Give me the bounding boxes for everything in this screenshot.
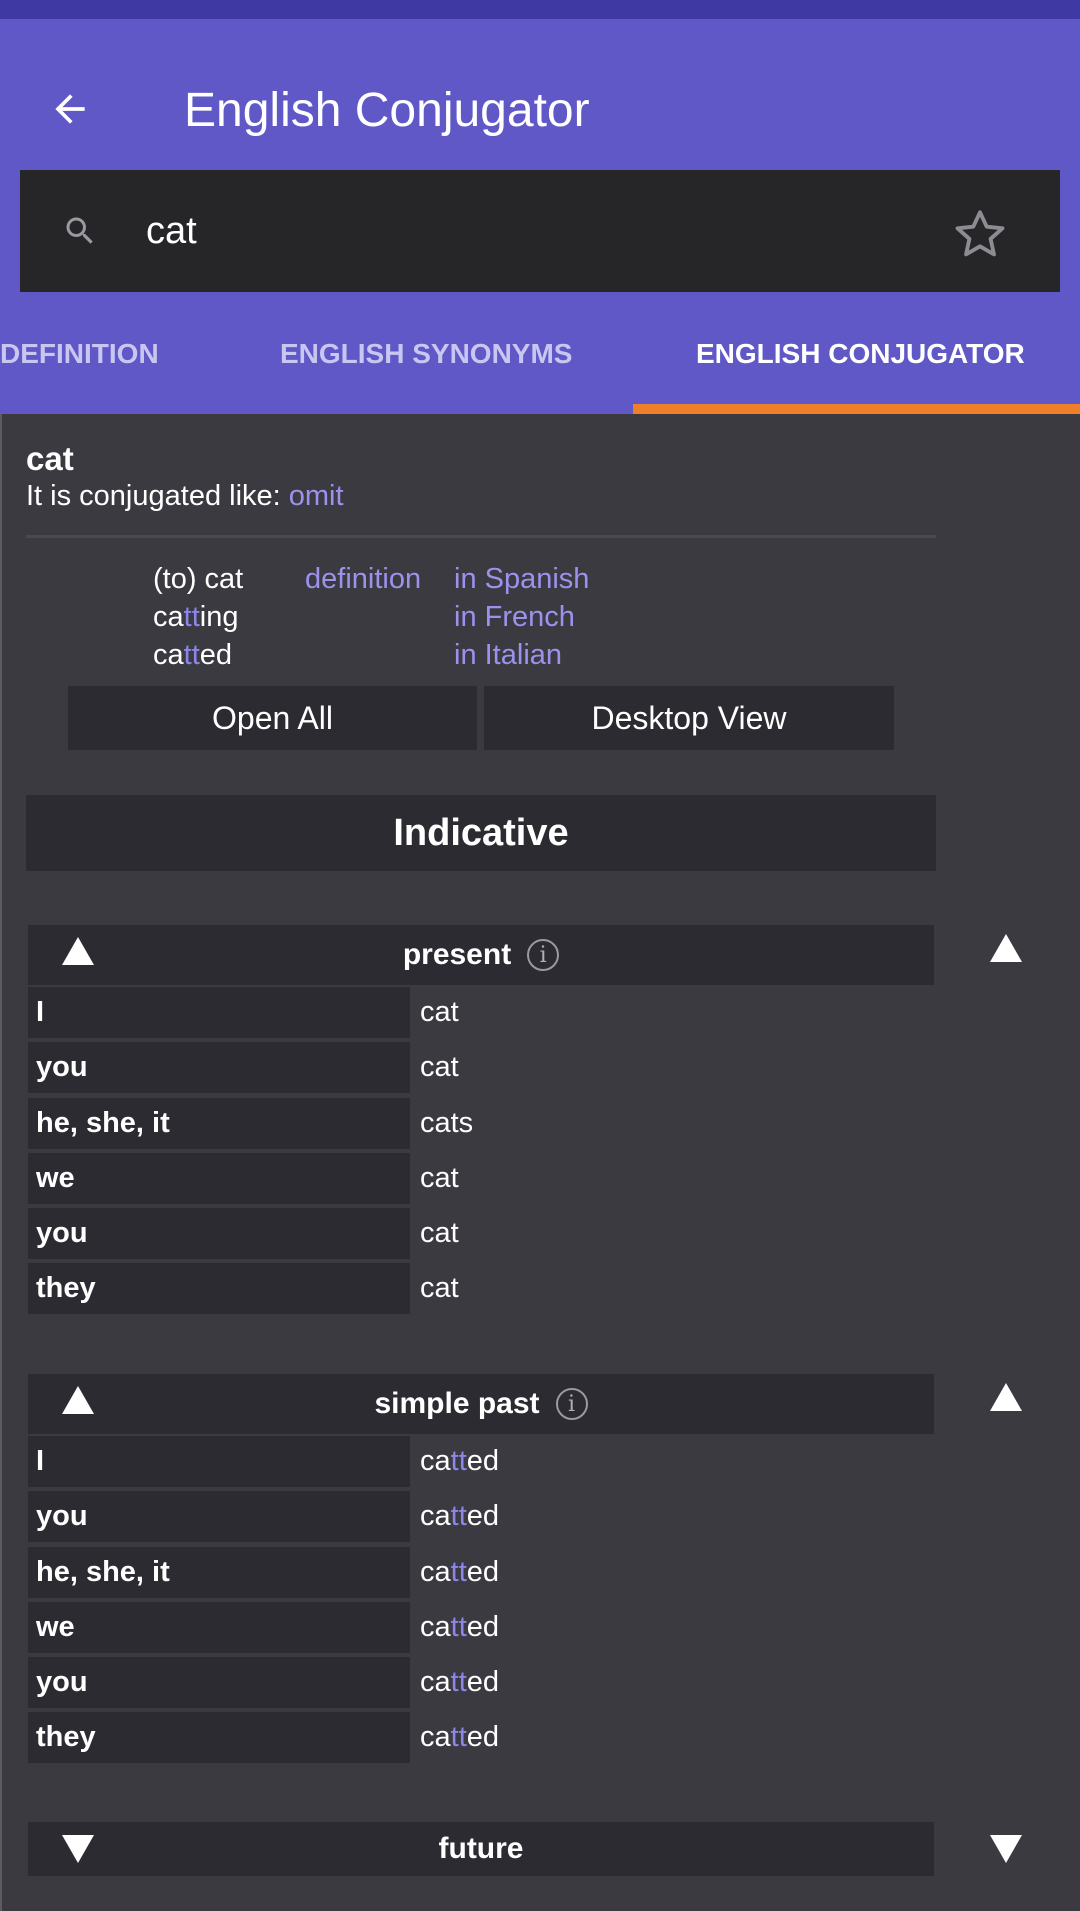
triangle-down-icon[interactable] (990, 1835, 1022, 1863)
pronoun: they (28, 1263, 410, 1315)
verb-forms: (to) cat catting catted (153, 560, 243, 674)
tab-english-conjugator[interactable]: ENGLISH CONJUGATOR (696, 337, 1025, 371)
pronoun: I (28, 1436, 410, 1487)
triangle-up-icon[interactable] (990, 1383, 1022, 1411)
tense-name: present (402, 938, 512, 971)
pronoun: you (28, 1491, 410, 1543)
conjugation: cat (420, 1272, 459, 1305)
link-in-spanish[interactable]: in Spanish (454, 560, 589, 598)
link-in-french[interactable]: in French (454, 598, 589, 636)
pronoun: he, she, it (28, 1546, 410, 1598)
info-icon[interactable]: i (555, 1388, 588, 1420)
tense-present: present i Icat you cat he, she, it cats we… (28, 925, 934, 1317)
table-row: he, she, it cats (28, 1096, 934, 1151)
tab-definition[interactable]: DEFINITION (0, 337, 159, 371)
language-links: in Spanish in French in Italian (454, 560, 589, 674)
triangle-up-icon[interactable] (990, 934, 1022, 962)
tense-header[interactable]: present i (28, 925, 934, 985)
active-tab-indicator (633, 404, 1080, 414)
table-row: they cat (28, 1261, 934, 1316)
conjugation: ca tt ed (420, 1610, 500, 1643)
info-icon[interactable]: i (527, 939, 560, 971)
conjugation: cat (420, 996, 459, 1028)
conjugation: ca tt ed (420, 1500, 500, 1533)
arrow-back-icon[interactable] (48, 87, 92, 131)
definition-link[interactable]: definition (305, 560, 421, 598)
table-row: you cat (28, 1206, 934, 1261)
page-title: English Conjugator (184, 84, 590, 137)
tense-name-wrap: future (28, 1822, 934, 1876)
search-input[interactable] (146, 200, 926, 262)
infinitive: (to) cat (153, 563, 244, 595)
search-bar (20, 170, 1060, 292)
table-row: we cat (28, 1151, 934, 1206)
pronoun: I (28, 987, 410, 1038)
past-participle: catted (153, 639, 233, 671)
table-row: Ica tt ed (28, 1434, 934, 1489)
conjugated-like-label: It is conjugated like: (26, 480, 289, 512)
conjugation: cat (420, 1051, 459, 1084)
divider (26, 535, 936, 538)
tense-future: future (28, 1822, 934, 1876)
verb-title: cat (26, 440, 74, 477)
gerund: catting (153, 601, 239, 633)
tense-name-wrap: simple past i (28, 1374, 934, 1434)
conjugation: cats (420, 1106, 474, 1139)
content-border (0, 414, 2, 1911)
table-row: they ca tt ed (28, 1710, 934, 1765)
tense-header[interactable]: simple past i (28, 1374, 934, 1434)
mood-heading: Indicative (26, 795, 936, 871)
conjugation: cat (420, 1217, 459, 1250)
conjugation: cat (420, 1161, 459, 1194)
tab-english-synonyms[interactable]: ENGLISH SYNONYMS (280, 337, 572, 371)
table-row: you cat (28, 1040, 934, 1095)
conjugated-like-link[interactable]: omit (289, 480, 344, 512)
tense-simple-past: simple past i Ica tt ed you ca tt ed he, she,… (28, 1374, 934, 1766)
pronoun: you (28, 1657, 410, 1709)
tense-header[interactable]: future (28, 1822, 934, 1876)
search-icon (66, 217, 93, 244)
open-all-button[interactable]: Open All (68, 686, 477, 750)
app-bar: English Conjugator DEFINITION ENGLISH SY… (0, 19, 1080, 414)
star-outline-icon[interactable] (948, 204, 1012, 266)
pronoun: you (28, 1042, 410, 1094)
status-bar (0, 0, 1080, 19)
table-row: you ca tt ed (28, 1655, 934, 1710)
conjugation: ca tt ed (420, 1721, 500, 1754)
pronoun: he, she, it (28, 1097, 410, 1149)
pronoun: they (28, 1712, 410, 1764)
table-row: you ca tt ed (28, 1489, 934, 1544)
conjugation: ca tt ed (420, 1555, 500, 1588)
tense-name: future (438, 1832, 524, 1865)
pronoun: we (28, 1601, 410, 1653)
table-row: Icat (28, 985, 934, 1040)
desktop-view-button[interactable]: Desktop View (484, 686, 894, 750)
conjugated-like: It is conjugated like: omit (26, 480, 344, 513)
pronoun: we (28, 1152, 410, 1204)
table-row: we ca tt ed (28, 1600, 934, 1655)
conjugation: ca tt ed (420, 1666, 500, 1699)
link-in-italian[interactable]: in Italian (454, 636, 589, 674)
tense-name: simple past (374, 1387, 540, 1420)
tense-name-wrap: present i (28, 925, 934, 985)
conjugation: ca tt ed (420, 1445, 500, 1477)
pronoun: you (28, 1208, 410, 1260)
table-row: he, she, it ca tt ed (28, 1545, 934, 1600)
